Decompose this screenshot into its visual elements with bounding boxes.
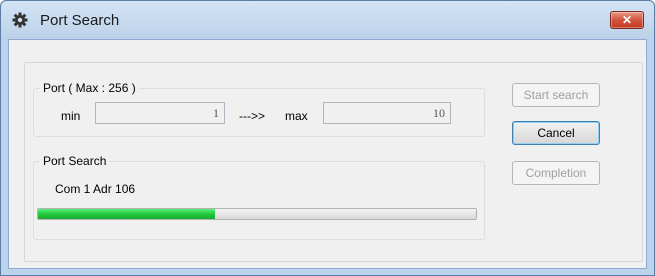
port-search-window: Port Search ✕ Port ( Max : 256 ) min 1 -… — [0, 0, 655, 276]
port-search-group: Port Search — [33, 154, 485, 240]
window-title: Port Search — [40, 12, 120, 29]
port-range-group-label: Port ( Max : 256 ) — [40, 81, 139, 95]
search-progress-bar — [37, 208, 477, 220]
search-progress-fill — [38, 209, 216, 219]
close-icon: ✕ — [621, 13, 633, 27]
min-label: min — [61, 109, 81, 123]
search-status-text: Com 1 Adr 106 — [55, 182, 136, 196]
gear-icon — [12, 12, 28, 28]
completion-button[interactable]: Completion — [512, 161, 600, 185]
min-port-input[interactable]: 1 — [95, 102, 225, 124]
start-search-button[interactable]: Start search — [512, 83, 600, 107]
cancel-button[interactable]: Cancel — [512, 121, 600, 145]
close-button[interactable]: ✕ — [610, 11, 644, 29]
range-arrow-label: --->> — [239, 109, 266, 123]
max-label: max — [285, 109, 308, 123]
port-search-group-label: Port Search — [40, 154, 110, 168]
title-bar[interactable]: Port Search ✕ — [1, 1, 654, 39]
max-port-input[interactable]: 10 — [323, 102, 451, 124]
dialog-client-area: Port ( Max : 256 ) min 1 --->> max 10 Po… — [8, 39, 647, 269]
